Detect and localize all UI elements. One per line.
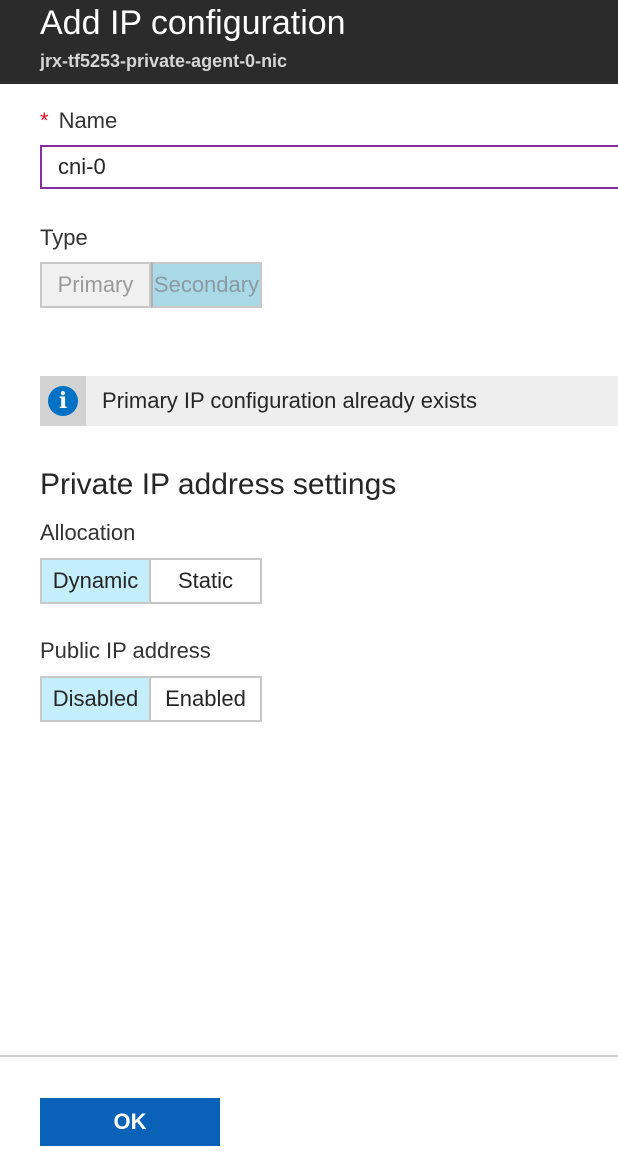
info-icon-container: i xyxy=(40,376,86,426)
blade-header: Add IP configuration jrx-tf5253-private-… xyxy=(0,0,618,84)
name-input[interactable] xyxy=(40,145,618,189)
allocation-label: Allocation xyxy=(40,520,136,545)
info-banner: i Primary IP configuration already exist… xyxy=(40,376,618,426)
public-ip-label: Public IP address xyxy=(40,638,211,663)
type-toggle: Primary Secondary xyxy=(40,262,262,308)
public-ip-option-disabled[interactable]: Disabled xyxy=(40,676,151,722)
section-heading-private-ip: Private IP address settings xyxy=(40,468,397,501)
name-label: Name xyxy=(58,108,118,133)
footer-divider xyxy=(0,1055,618,1057)
type-option-secondary: Secondary xyxy=(151,262,262,308)
allocation-option-dynamic[interactable]: Dynamic xyxy=(40,558,151,604)
required-marker: * xyxy=(40,108,49,133)
type-option-primary: Primary xyxy=(40,262,151,308)
allocation-option-static[interactable]: Static xyxy=(151,558,262,604)
ok-button[interactable]: OK xyxy=(40,1098,220,1146)
info-message: Primary IP configuration already exists xyxy=(102,388,477,413)
page-title: Add IP configuration xyxy=(40,4,346,42)
type-label: Type xyxy=(40,225,88,250)
name-label-row: * Name xyxy=(40,108,117,134)
allocation-toggle: Dynamic Static xyxy=(40,558,262,604)
page-subtitle: jrx-tf5253-private-agent-0-nic xyxy=(40,51,288,71)
public-ip-option-enabled[interactable]: Enabled xyxy=(151,676,262,722)
public-ip-toggle: Disabled Enabled xyxy=(40,676,262,722)
info-icon: i xyxy=(48,386,78,416)
